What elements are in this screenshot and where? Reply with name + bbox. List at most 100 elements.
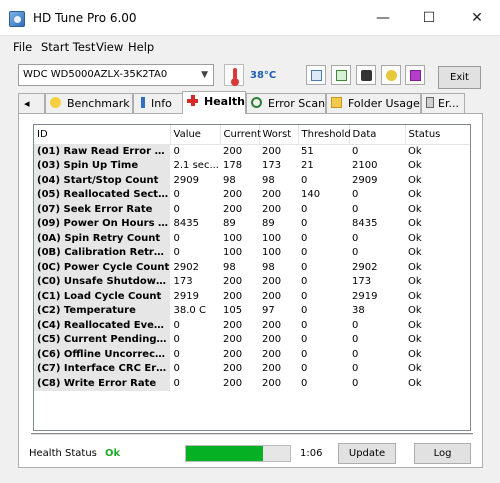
camera-icon <box>361 70 372 81</box>
attribute-name: (07) Seek Error Rate <box>34 202 171 217</box>
title-bar: HD Tune Pro 6.00 — ☐ ✕ <box>0 0 500 36</box>
health-status-value: Ok <box>105 448 121 459</box>
column-header-current[interactable]: Current <box>220 125 261 145</box>
save-arrow-icon <box>410 70 421 81</box>
table-cell: 0 <box>173 247 180 259</box>
table-row[interactable]: (05) Reallocated Sector C...02002001400O… <box>34 187 470 202</box>
save-button[interactable] <box>405 65 425 85</box>
menu-view[interactable]: View <box>96 40 123 54</box>
tab-info[interactable]: Info <box>133 93 183 113</box>
attribute-name: (09) Power On Hours Count <box>34 216 171 231</box>
update-button[interactable]: Update <box>338 443 396 464</box>
table-cell: Ok <box>408 189 422 201</box>
table-cell: 200 <box>223 363 243 375</box>
maximize-button[interactable]: ☐ <box>406 0 452 36</box>
table-cell: 200 <box>223 334 243 346</box>
screenshot-button[interactable] <box>356 65 376 85</box>
table-row[interactable]: (0A) Spin Retry Count 0 100 100 0 0 Ok <box>34 231 470 246</box>
close-button[interactable]: ✕ <box>454 0 500 36</box>
table-cell: 2.1 sec... <box>173 160 219 172</box>
copy-icon <box>311 70 322 81</box>
menu-help[interactable]: Help <box>128 40 154 54</box>
table-cell: Ok <box>408 218 422 230</box>
exit-button[interactable]: Exit <box>438 66 481 89</box>
attribute-name: (01) Raw Read Error Rate <box>34 144 171 159</box>
table-cell: 98 <box>223 174 236 186</box>
tab-erase[interactable]: Er... <box>421 93 465 113</box>
table-cell: 2919 <box>173 290 199 302</box>
table-cell: 200 <box>223 276 243 288</box>
table-row[interactable]: (09) Power On Hours Count8435898908435Ok <box>34 216 470 231</box>
menu-start-test[interactable]: Start Test <box>41 40 95 54</box>
table-row[interactable]: (C4) Reallocated Event Co...020020000Ok <box>34 318 470 333</box>
table-row[interactable]: (03) Spin Up Time 2.1 sec... 178 173 21 2100 O… <box>34 158 470 173</box>
table-cell: 2902 <box>352 261 378 273</box>
table-row[interactable]: (C1) Load Cycle Count 2919 200 200 0 2919 Ok <box>34 289 470 304</box>
table-row[interactable]: (0C) Power Cycle Count 2902 98 98 0 2902 Ok <box>34 260 470 275</box>
table-cell: 200 <box>262 146 282 157</box>
elapsed-time: 1:06 <box>300 448 323 459</box>
minimize-button[interactable]: — <box>360 0 406 36</box>
table-cell: 0 <box>173 189 180 201</box>
thermometer-icon <box>224 64 244 86</box>
table-row[interactable]: (C6) Offline Uncorrectable 0 200 200 0 0 Ok <box>34 347 470 362</box>
menu-file[interactable]: File <box>13 40 32 54</box>
column-header-worst[interactable]: Worst <box>259 125 299 145</box>
table-cell: 38.0 C <box>173 305 206 317</box>
table-header-row: ID Value Current Worst Threshold Data St… <box>34 125 470 145</box>
tab-benchmark[interactable]: Benchmark <box>45 93 133 113</box>
table-row[interactable]: (04) Start/Stop Count 2909 98 98 0 2909 Ok <box>34 173 470 188</box>
table-cell: 100 <box>223 232 243 244</box>
table-cell: 0 <box>352 334 359 346</box>
table-row[interactable]: (01) Raw Read Error Rate 0 200 200 51 0 Ok <box>34 144 470 159</box>
tab-scroll-left[interactable]: ◂ <box>18 93 45 113</box>
drive-select[interactable]: WDC WD5000AZLX-35K2TA0 ▼ <box>18 64 214 86</box>
wrench-icon <box>386 70 397 81</box>
table-row[interactable]: (C5) Current Pending Sect...020020000Ok <box>34 332 470 347</box>
table-row[interactable]: (C2) Temperature 38.0 C 105 97 0 38 Ok <box>34 303 470 318</box>
column-header-id[interactable]: ID <box>34 125 171 145</box>
health-cross-icon <box>187 95 198 106</box>
table-cell: 0 <box>352 146 359 157</box>
column-header-status[interactable]: Status <box>405 125 470 145</box>
smart-table[interactable]: ID Value Current Worst Threshold Data St… <box>33 124 471 431</box>
table-cell: 0 <box>301 348 308 360</box>
tab-folder-usage[interactable]: Folder Usage <box>326 93 421 113</box>
table-cell: 2909 <box>352 174 378 186</box>
table-cell: Ok <box>408 232 422 244</box>
attribute-name: (0B) Calibration Retry Cou... <box>34 245 171 260</box>
table-row[interactable]: (C7) Interface CRC Error ...020020000Ok <box>34 361 470 376</box>
table-cell: 21 <box>301 160 314 172</box>
options-button[interactable] <box>381 65 401 85</box>
table-cell: 0 <box>173 348 180 360</box>
table-cell: 200 <box>262 348 282 360</box>
table-cell: 0 <box>301 276 308 288</box>
tab-bar: ◂ Benchmark Info Health Error Scan Folde… <box>0 91 500 114</box>
table-cell: 0 <box>173 203 180 215</box>
magnifier-icon <box>251 97 262 108</box>
copy-screen-button[interactable] <box>331 65 351 85</box>
copy-info-button[interactable] <box>306 65 326 85</box>
tab-error-scan[interactable]: Error Scan <box>246 93 326 113</box>
table-row[interactable]: (C8) Write Error Rate 0 200 200 0 0 Ok <box>34 376 470 391</box>
log-button[interactable]: Log <box>414 443 471 464</box>
table-row[interactable]: (07) Seek Error Rate 0 200 200 0 0 Ok <box>34 202 470 217</box>
table-cell: 100 <box>262 232 282 244</box>
table-cell: 200 <box>262 290 282 302</box>
column-header-threshold[interactable]: Threshold <box>298 125 351 145</box>
folder-icon <box>331 97 342 108</box>
tab-health[interactable]: Health <box>182 91 246 114</box>
table-cell: Ok <box>408 203 422 215</box>
table-cell: 200 <box>223 290 243 302</box>
attribute-name: (C8) Write Error Rate <box>34 376 171 391</box>
attribute-name: (0C) Power Cycle Count <box>34 260 171 275</box>
attribute-name: (04) Start/Stop Count <box>34 173 171 188</box>
window-title: HD Tune Pro 6.00 <box>33 11 137 25</box>
table-cell: 0 <box>352 319 359 331</box>
table-cell: 0 <box>301 232 308 244</box>
table-cell: 0 <box>301 290 308 302</box>
table-row[interactable]: (0B) Calibration Retry Cou...010010000Ok <box>34 245 470 260</box>
table-row[interactable]: (C0) Unsafe Shutdown Co...1732002000173O… <box>34 274 470 289</box>
column-header-value[interactable]: Value <box>170 125 221 145</box>
column-header-data[interactable]: Data <box>349 125 406 145</box>
